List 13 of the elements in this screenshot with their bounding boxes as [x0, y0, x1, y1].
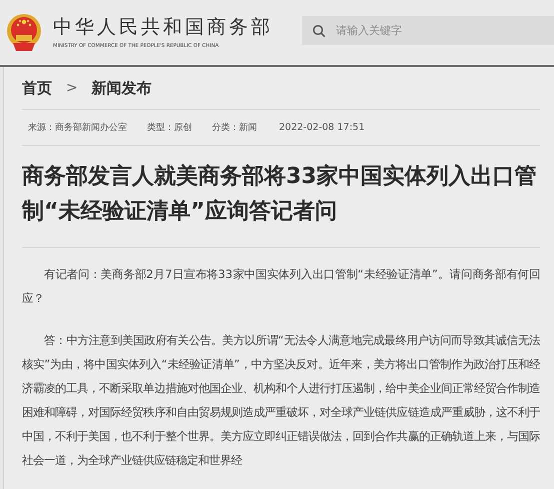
meta-info: 类型：原创 [147, 122, 192, 134]
breadcrumb-link[interactable]: 新闻发布 [92, 78, 152, 98]
meta-info: 分类：新闻 [212, 122, 257, 134]
emblem-icon [5, 12, 43, 52]
article-title: 商务部发言人就美商务部将33家中国实体列入出口管制“未经验证清单”应询答记者问 [22, 146, 540, 248]
search-icon [312, 24, 326, 38]
breadcrumb-link[interactable]: 首页 [22, 78, 52, 98]
meta-info: 2022-02-08 17:51 [279, 122, 365, 133]
meta-info: 来源：商务部新闻办公室 [28, 122, 127, 134]
article-paragraph: 答：中方注意到美国政府有关公告。美方以所谓“无法令人满意地完成最终用户访问而导致其诚信无法核实”为由，将中国实体列入“未经验证清单”，中方坚决反对。近年来，美方将出口管制作为政治打压和经济霸凌的工具，不断采取单边措施对他国企业、机构和个人进行打压遏制，给中美企业间正常经贸合作制造困难和障碍，对国际经贸秩序和自由贸易规则造成严重破坏，对全球产业链供应链造成严重威胁，这不利于中国，不利于美国，也不利于整个世界。美方应立即纠正错误做法，回到合作共赢的正确轨道上来，与国际社会一道，为全球产业链供应链稳定和世界经 [22, 332, 540, 469]
article-paragraph: 有记者问：美商务部2月7日宣布将33家中国实体列入出口管制“未经验证清单”。请问商务部有何回应？ [22, 266, 540, 307]
site-title: 中华人民共和国商务部 [53, 16, 273, 38]
breadcrumb-separator: > [66, 80, 78, 96]
